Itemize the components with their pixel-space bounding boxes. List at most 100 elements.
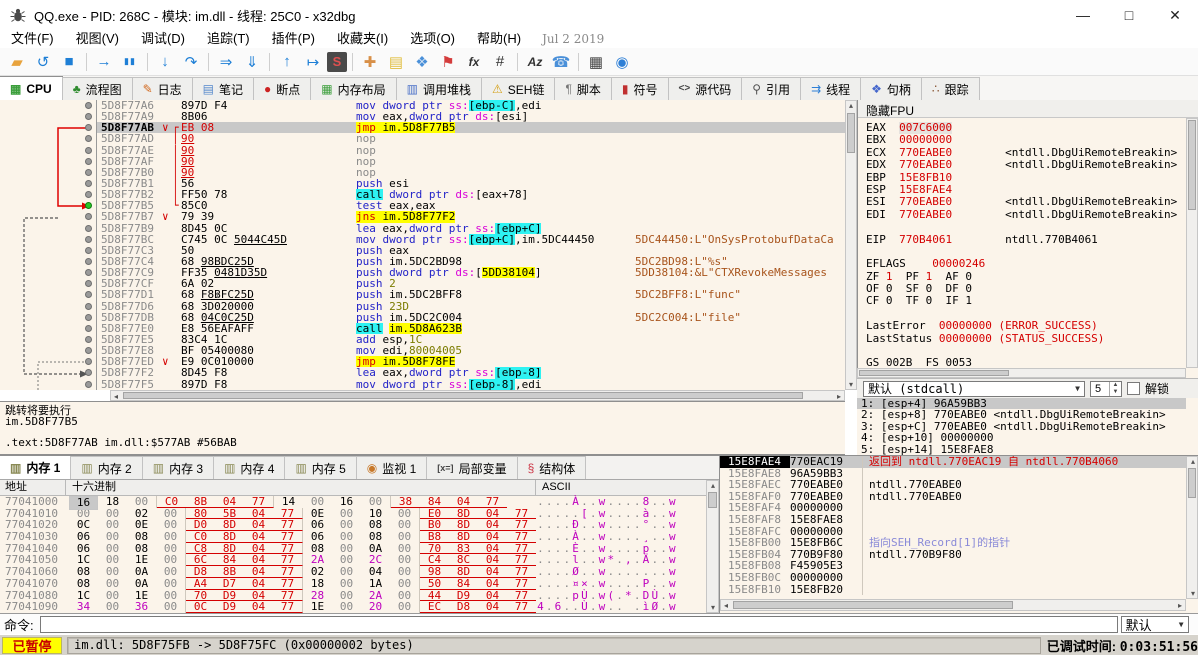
memory-byte[interactable]: 00 xyxy=(332,578,361,590)
breakpoint-dot[interactable] xyxy=(85,313,92,321)
argument-row[interactable]: 5: [esp+14] 15E8FAE8 xyxy=(857,443,1186,455)
globe-button[interactable]: ◉ xyxy=(610,51,634,73)
minimize-button[interactable]: — xyxy=(1060,0,1106,30)
breakpoint-dot[interactable] xyxy=(85,157,92,165)
stack-row[interactable]: 15E8FAE4 770EAC19 返回到 ntdll.770EAC19 自 ntd… xyxy=(720,456,1198,468)
tab-references[interactable]: ⚲ 引用 xyxy=(741,77,802,100)
disasm-row[interactable]: 5D8F77B5 └ 85C0 test eax,eax xyxy=(0,200,845,212)
breakpoint-dot[interactable] xyxy=(85,380,92,388)
settings-toggle-button[interactable]: S xyxy=(327,51,347,72)
disasm-row[interactable]: 5D8F77B2 │ FF50 78 call dword ptr ds:[eax+7… xyxy=(0,189,845,201)
breakpoint-dot[interactable] xyxy=(85,235,92,243)
disasm-row[interactable]: 5D8F77ED ∨ E9 0C010000 jmp im.5D8F78FE xyxy=(0,356,845,368)
memory-dump-vertical-scrollbar[interactable]: ▴ ▾ xyxy=(706,480,719,613)
disasm-row[interactable]: 5D8F77AE │ 90 nop xyxy=(0,144,845,156)
functions-button[interactable]: fx xyxy=(462,51,486,73)
run-button[interactable]: → xyxy=(92,51,116,73)
memory-byte[interactable]: C0 xyxy=(157,496,186,508)
hash-button[interactable]: # xyxy=(488,51,512,73)
hide-fpu-button[interactable]: 隐藏FPU xyxy=(858,100,1198,118)
tab-dump-3[interactable]: ▥ 内存 3 xyxy=(141,456,215,479)
memory-byte[interactable]: 18 xyxy=(303,578,332,590)
step-out-button[interactable]: ↑ xyxy=(275,51,299,73)
pause-button[interactable]: ▮▮ xyxy=(118,51,142,73)
register-line[interactable]: EAX 007C6000 xyxy=(866,122,1198,134)
memory-byte[interactable]: 84 xyxy=(449,578,478,590)
memory-byte[interactable]: 16 xyxy=(332,496,361,508)
memory-byte[interactable]: EC xyxy=(420,601,449,613)
tab-dump-2[interactable]: ▥ 内存 2 xyxy=(70,456,143,479)
breakpoint-dot[interactable] xyxy=(85,280,92,288)
memory-byte[interactable]: 18 xyxy=(98,496,127,508)
labels-button[interactable]: ❖ xyxy=(410,51,434,73)
stepper-down-icon[interactable]: ▼ xyxy=(1110,389,1121,396)
menu-item-trace[interactable]: 追踪(T) xyxy=(196,30,261,48)
memory-byte[interactable]: 16 xyxy=(69,496,98,510)
text-encoding-button[interactable]: Az xyxy=(523,51,547,73)
disasm-vertical-scrollbar[interactable]: ▴ ▾ xyxy=(845,100,857,390)
register-line[interactable]: EDI 770EABE0 <ntdll.DbgUiRemoteBreakin> xyxy=(866,209,1198,221)
disasm-row[interactable]: 5D8F77C9 FF35 0481D35D push dword ptr ds:[… xyxy=(0,267,845,279)
menu-item-view[interactable]: 视图(V) xyxy=(65,30,130,48)
memory-byte[interactable]: 00 xyxy=(98,578,127,590)
memory-byte[interactable]: 77 xyxy=(507,601,536,613)
tab-threads[interactable]: ⇉ 线程 xyxy=(800,77,862,100)
register-line[interactable]: OF 0 SF 0 DF 0 xyxy=(866,283,1198,295)
memory-byte[interactable]: 00 xyxy=(127,496,157,508)
memory-byte[interactable]: 04 xyxy=(449,496,478,508)
memory-byte[interactable]: 1A xyxy=(361,578,390,590)
register-line[interactable]: ECX 770EABE0 <ntdll.DbgUiRemoteBreakin> xyxy=(866,147,1198,159)
register-line[interactable]: EDX 770EABE0 <ntdll.DbgUiRemoteBreakin> xyxy=(866,159,1198,171)
memory-byte[interactable]: A4 xyxy=(186,578,215,590)
memory-byte[interactable]: 08 xyxy=(361,531,390,543)
disasm-row[interactable]: 5D8F77AD │ 90 nop xyxy=(0,133,845,145)
register-line[interactable]: CF 0 TF 0 IF 1 xyxy=(866,295,1198,307)
disasm-row[interactable]: 5D8F77E0 E8 56EAFAFF call im.5D8A623B xyxy=(0,322,845,334)
breakpoint-dot[interactable] xyxy=(85,335,92,343)
menu-item-help[interactable]: 帮助(H) xyxy=(466,30,532,48)
command-mode-select[interactable]: 默认 ▼ xyxy=(1120,615,1189,633)
disasm-row[interactable]: 5D8F77F5 897D F8 mov dword ptr ss:[ebp-8],… xyxy=(0,378,845,390)
menu-item-favourites[interactable]: 收藏夹(I) xyxy=(326,30,399,48)
register-line[interactable] xyxy=(866,345,1198,357)
memory-byte[interactable]: 00 xyxy=(156,578,186,590)
disasm-row[interactable]: 5D8F77AF │ 90 nop xyxy=(0,155,845,167)
breakpoint-dot[interactable] xyxy=(85,124,92,132)
maximize-button[interactable]: □ xyxy=(1106,0,1152,30)
memory-byte[interactable]: 8B xyxy=(186,496,215,508)
tab-struct[interactable]: § 结构体 xyxy=(516,456,587,479)
stack-row[interactable]: 15E8FB0C 00000000 xyxy=(720,572,1198,584)
stack-row[interactable]: 15E8FB10 15E8FB20 xyxy=(720,583,1198,596)
breakpoint-dot[interactable] xyxy=(85,213,92,221)
memory-byte[interactable]: 8D xyxy=(215,531,244,543)
stack-row[interactable]: 15E8FB00 15E8FB6C 指向SEH_Record[1]的指针 xyxy=(720,537,1198,549)
restart-button[interactable]: ↺ xyxy=(31,51,55,73)
unlock-checkbox[interactable] xyxy=(1127,382,1140,395)
memory-byte[interactable]: 50 xyxy=(420,578,449,590)
memory-byte[interactable]: 00 xyxy=(156,531,186,543)
breakpoint-dot[interactable] xyxy=(85,179,92,187)
menu-item-file[interactable]: 文件(F) xyxy=(0,30,65,48)
command-input[interactable] xyxy=(39,615,1118,633)
memory-byte[interactable]: 0C xyxy=(186,601,215,613)
register-line[interactable] xyxy=(866,221,1198,233)
memory-byte[interactable]: 04 xyxy=(244,578,273,590)
argument-row[interactable]: 4: [esp+10] 00000000 xyxy=(857,432,1186,444)
breakpoint-dot[interactable] xyxy=(85,168,92,176)
memory-byte[interactable]: 00 xyxy=(332,531,361,543)
memory-row[interactable]: 77041030 06 00 08 00 C0 8D 04 77 06 00 08 00 B8 8D 04 77… xyxy=(0,531,706,543)
memory-byte[interactable]: 77 xyxy=(273,578,303,590)
tab-trace[interactable]: ∴ 跟踪 xyxy=(920,77,980,100)
memory-byte[interactable]: 8D xyxy=(449,531,478,543)
tab-dump-1[interactable]: ▥ 内存 1 xyxy=(0,455,72,479)
register-line[interactable]: ZF 1 PF 1 AF 0 xyxy=(866,271,1198,283)
memory-byte[interactable]: 04 xyxy=(244,601,273,613)
tab-script[interactable]: ¶ 脚本 xyxy=(554,77,612,100)
registers-vertical-scrollbar[interactable] xyxy=(1186,118,1198,368)
memory-byte[interactable]: 04 xyxy=(478,578,507,590)
register-line[interactable]: EIP 770B4061 ntdll.770B4061 xyxy=(866,234,1198,246)
register-line[interactable]: EBP 15E8FB10 xyxy=(866,172,1198,184)
disasm-row[interactable]: 5D8F77BC C745 0C 5044C45D mov dword ptr ss… xyxy=(0,233,845,245)
stack-vertical-scrollbar[interactable]: ▴ ▾ xyxy=(1186,456,1198,599)
memory-row[interactable]: 77041070 08 00 0A 00 A4 D7 04 77 18 00 1A 00 50 84 04 77… xyxy=(0,578,706,590)
